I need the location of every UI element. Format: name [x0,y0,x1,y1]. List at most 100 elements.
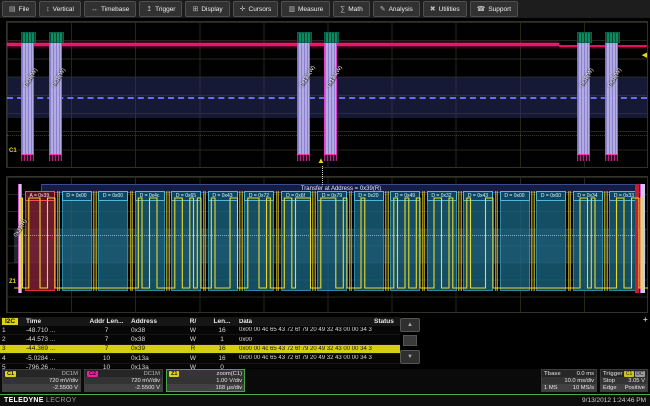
cursors-icon: ✛ [240,6,246,13]
menu-label: Trigger [155,6,175,13]
main-waveform-grid[interactable]: 0x38(W) 0x38(W) 0x13a(W) 0x13a(W) 0x38(W) 0x3… [6,21,648,168]
col-len[interactable]: Len... [207,318,237,325]
menu-label: Vertical [53,6,74,13]
col-time[interactable]: Time [24,318,84,325]
timebase-descriptor[interactable]: Tbase 0.0 ms 10.0 ms/div 1 MS 10 MS/s [541,369,597,392]
c2-descriptor[interactable]: C2 DC1M 720 mV/div -2.5500 V [84,369,163,392]
col-status[interactable]: Status [372,318,400,325]
cell-alen: 7 [84,327,129,334]
table-row[interactable]: 3-44.369 ...70x39R160x00 00 4c 65 43 72 … [0,345,400,354]
file-icon: ▤ [9,6,16,13]
z1-descriptor[interactable]: Z1 zoom(C1) 1.00 V/div 168 µs/div [166,369,245,392]
cell-rw: W [179,327,207,334]
table-row[interactable]: 1-48.710 ...70x38W160x00 00 4c 65 43 72 … [0,326,400,335]
datetime: 9/13/2012 1:24:46 PM [582,397,646,404]
col-address[interactable]: Address [129,318,179,325]
c1-descriptor[interactable]: C1 DC1M 720 mV/div -2.5500 V [2,369,81,392]
trigger-time-marker[interactable]: ▲ [317,157,325,165]
cell-alen: 7 [84,345,129,352]
table-expand-marker[interactable]: + [643,315,648,324]
timebase-samples: 1 MS [544,385,558,391]
c1-badge: C1 [5,371,16,377]
c2-offset: -2.5500 V [135,385,160,391]
trigger-descriptor[interactable]: Trigger C1DC Stop 3.05 V Edge Positive [600,369,648,392]
scroll-up-button[interactable]: ▲ [400,318,420,332]
z1-badge: Z1 [169,371,179,377]
bus-transaction-bar[interactable]: 0x38(W) [577,33,590,160]
menu-label: Math [348,6,362,13]
menu-trigger[interactable]: ↥Trigger [139,1,182,17]
cell-rw: W [179,355,207,362]
menu-analysis[interactable]: ✎Analysis [373,1,420,17]
oscilloscope-app: ▤File↕Vertical↔Timebase↥Trigger⊞Display✛… [0,0,650,406]
menu-utilities[interactable]: ✖Utilities [423,1,467,17]
cell-data: 0x00 00 4c 65 43 72 6f 79 20 49 32 43 00… [237,355,372,361]
brand-logo: TELEDYNE LECROY [4,397,77,404]
cell-data: 0x00 00 4c 65 43 72 6f 79 20 49 32 43 00… [237,327,372,333]
bus-bar-cap [324,32,339,43]
zoom-waveform-grid[interactable]: Transfer at Address = 0x39(R) A = 0x39.D… [6,176,648,313]
cell-time: -44.573 ... [24,336,84,343]
timebase-icon: ↔ [91,6,98,13]
c2-badge: C2 [87,371,98,377]
menu-file[interactable]: ▤File [2,1,36,17]
menu-label: Support [488,6,511,13]
cell-time: -5.0284 ... [24,355,84,362]
col-data[interactable]: Data [237,319,372,325]
scroll-thumb[interactable] [403,335,417,346]
table-row[interactable]: 4-5.0284 ...100x13aW160x00 00 4c 65 43 7… [0,354,400,363]
menu-display[interactable]: ⊞Display [185,1,229,17]
timebase-offset: 0.0 ms [577,371,594,377]
bus-transaction-bar[interactable]: 0x38(W) [49,33,62,160]
scroll-down-button[interactable]: ▼ [400,350,420,364]
cell-data: 0x00 [237,337,372,343]
trigger-time-line [322,166,323,185]
menu-cursors[interactable]: ✛Cursors [233,1,279,17]
utilities-icon: ✖ [430,6,436,13]
cell-num: 4 [0,355,24,362]
c2-coupling: DC1M [144,371,160,377]
menu-label: Utilities [439,6,460,13]
bus-transaction-bar[interactable]: 0x13a(W) [297,33,310,160]
cell-len: 16 [207,355,237,362]
analysis-icon: ✎ [380,6,386,13]
menu-vertical[interactable]: ↕Vertical [39,1,81,17]
menu-label: Timebase [101,6,129,13]
bus-transaction-bar[interactable]: 0x38(W) [605,33,618,160]
cell-addr: 0x39 [129,345,179,352]
menu-math[interactable]: ∑Math [333,1,369,17]
descriptor-bar: C1 DC1M 720 mV/div -2.5500 V C2 DC1M 720… [0,369,650,393]
menu-label: Cursors [249,6,272,13]
z1-source: zoom(C1) [217,371,242,377]
table-row[interactable]: 2-44.573 ...70x38W10x00 [0,335,400,344]
cell-alen: 10 [84,355,129,362]
menu-timebase[interactable]: ↔Timebase [84,1,136,17]
bus-transaction-bar[interactable]: 0x13a(W) [324,33,337,160]
menu-measure[interactable]: ▥Measure [281,1,330,17]
z1-timescale: 168 µs/div [215,385,242,391]
table-scrollbar: ▲ ▼ [400,318,421,367]
bus-bar-cap [297,32,312,43]
cell-num: 2 [0,336,24,343]
trigger-mode: Stop [603,378,615,384]
menu-label: File [19,6,29,13]
cell-num: 1 [0,327,24,334]
cell-len: 1 [207,336,237,343]
cell-rw: R [179,345,207,352]
measure-icon: ▥ [288,6,295,13]
bus-bar-foot [21,154,34,161]
timebase-label: Tbase [544,371,561,377]
math-icon: ∑ [340,6,345,13]
c1-offset: -2.5500 V [53,385,78,391]
col-rw[interactable]: R/ [179,318,207,325]
timebase-scale: 10.0 ms/div [564,378,594,384]
cell-addr: 0x38 [129,336,179,343]
trigger-slope: Positive [625,385,645,391]
cell-num: 3 [0,345,24,352]
trigger-level-marker[interactable]: ◀ [642,51,647,59]
col-addrlen[interactable]: Addr Len... [84,318,129,325]
bus-transaction-bar[interactable]: 0x38(W) [21,33,34,160]
bus-bar-cap [49,32,64,43]
menu-support[interactable]: ☎Support [470,1,519,17]
c2-scale: 720 mV/div [131,378,160,384]
